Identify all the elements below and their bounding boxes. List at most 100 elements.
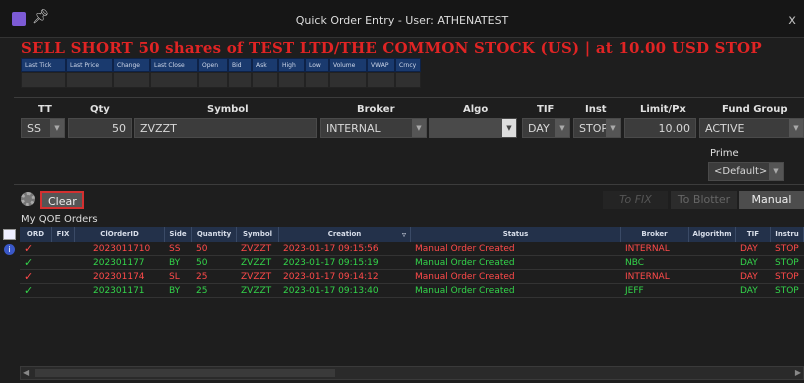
cell-creation: 2023-01-17 09:13:40 <box>283 286 379 296</box>
cell-quantity: 50 <box>196 244 208 254</box>
window-title: Quick Order Entry - User: ATHENATEST <box>295 14 509 27</box>
symbol-input[interactable]: ZVZZT <box>134 118 317 138</box>
chevron-down-icon[interactable]: ▼ <box>412 119 426 137</box>
column-header-ord[interactable]: ORD <box>20 227 52 242</box>
column-header-instru[interactable]: Instru <box>771 227 804 242</box>
table-row[interactable]: ✓ 202301177 BY 50 ZVZZT 2023-01-17 09:15… <box>20 257 804 270</box>
cell-clorderid: 202301171 <box>93 286 145 296</box>
cell-broker: JEFF <box>625 286 644 296</box>
cell-broker: INTERNAL <box>625 244 670 254</box>
select-all-checkbox[interactable] <box>3 229 16 240</box>
market-header: Bid <box>228 58 252 72</box>
cell-tif: DAY <box>740 258 758 268</box>
info-icon[interactable]: i <box>4 244 15 255</box>
cell-tif: DAY <box>740 272 758 282</box>
prime-select[interactable]: <Default> ▼ <box>708 162 784 181</box>
column-header-fix[interactable]: FIX <box>52 227 75 242</box>
clear-button[interactable]: Clear <box>40 191 84 209</box>
cell-status: Manual Order Created <box>415 244 515 254</box>
chevron-down-icon[interactable]: ▼ <box>502 119 516 137</box>
market-value <box>329 72 367 88</box>
column-header-algorithm[interactable]: Algorithm <box>689 227 736 242</box>
broker-value: INTERNAL <box>326 122 381 135</box>
table-row[interactable]: ✓ 2023011710 SS 50 ZVZZT 2023-01-17 09:1… <box>20 243 804 256</box>
cell-quantity: 25 <box>196 272 208 282</box>
to-blotter-button[interactable]: To Blotter <box>671 191 737 209</box>
cell-side: SS <box>169 244 181 254</box>
cell-status: Manual Order Created <box>415 272 515 282</box>
market-header: Change <box>113 58 150 72</box>
scroll-right-icon[interactable]: ▶ <box>795 368 801 377</box>
chevron-down-icon[interactable]: ▼ <box>606 119 620 137</box>
tif-label: TIF <box>537 104 555 115</box>
column-header-symbol[interactable]: Symbol <box>237 227 279 242</box>
market-header: Last Price <box>66 58 113 72</box>
market-data-strip: Last Tick Last Price Change Last Close O… <box>21 58 421 88</box>
cell-status: Manual Order Created <box>415 258 515 268</box>
market-value <box>367 72 395 88</box>
market-header: Ask <box>252 58 278 72</box>
market-header: Volume <box>329 58 367 72</box>
column-header-broker[interactable]: Broker <box>621 227 689 242</box>
manual-button[interactable]: Manual <box>739 191 804 209</box>
cell-symbol: ZVZZT <box>241 286 272 296</box>
ord-check-icon: ✓ <box>24 243 34 255</box>
cell-tif: DAY <box>740 244 758 254</box>
cell-creation: 2023-01-17 09:14:12 <box>283 272 379 282</box>
to-fix-button[interactable]: To FIX <box>603 191 668 209</box>
column-header-clorderid[interactable]: ClOrderID <box>75 227 165 242</box>
cell-creation: 2023-01-17 09:15:56 <box>283 244 379 254</box>
chevron-down-icon[interactable]: ▼ <box>769 163 783 180</box>
market-value <box>150 72 198 88</box>
cell-algorithm <box>689 257 736 270</box>
cell-clorderid: 2023011710 <box>93 244 151 254</box>
qty-input[interactable]: 50 <box>68 118 132 138</box>
cell-side: SL <box>169 272 180 282</box>
cell-broker: NBC <box>625 258 645 268</box>
limitpx-label: Limit/Px <box>640 104 686 115</box>
horizontal-scrollbar[interactable]: ◀ ▶ <box>20 366 804 380</box>
cell-symbol: ZVZZT <box>241 258 272 268</box>
inst-label: Inst <box>585 104 607 115</box>
table-row[interactable]: ✓ 202301174 SL 25 ZVZZT 2023-01-17 09:14… <box>20 271 804 284</box>
broker-select[interactable]: INTERNAL ▼ <box>320 118 427 138</box>
column-header-side[interactable]: Side <box>165 227 192 242</box>
close-icon[interactable]: x <box>788 13 796 28</box>
market-header: High <box>278 58 305 72</box>
tif-select[interactable]: DAY ▼ <box>522 118 570 138</box>
market-header: Last Tick <box>21 58 66 72</box>
market-value <box>252 72 278 88</box>
ord-check-icon: ✓ <box>24 257 34 269</box>
column-header-quantity[interactable]: Quantity <box>192 227 237 242</box>
market-value <box>21 72 66 88</box>
market-header: Last Close <box>150 58 198 72</box>
divider <box>14 97 804 98</box>
chevron-down-icon[interactable]: ▼ <box>50 119 64 137</box>
title-bar: 📌︎ Quick Order Entry - User: ATHENATEST … <box>0 0 804 38</box>
cell-instru: STOP <box>775 258 799 268</box>
cell-clorderid: 202301177 <box>93 258 145 268</box>
orders-title: My QOE Orders <box>21 214 98 225</box>
prime-value: <Default> <box>714 166 768 177</box>
tif-value: DAY <box>528 122 550 135</box>
cell-symbol: ZVZZT <box>241 272 272 282</box>
tt-select[interactable]: SS ▼ <box>21 118 65 138</box>
inst-select[interactable]: STOP ▼ <box>573 118 621 138</box>
chevron-down-icon[interactable]: ▼ <box>789 119 803 137</box>
filter-icon[interactable]: ▿ <box>402 227 406 242</box>
chevron-down-icon[interactable]: ▼ <box>555 119 569 137</box>
scroll-left-icon[interactable]: ◀ <box>23 368 29 377</box>
column-header-creation[interactable]: Creation ▿ <box>279 227 411 242</box>
tt-value: SS <box>27 122 41 135</box>
cell-side: BY <box>169 286 181 296</box>
limitpx-input[interactable]: 10.00 <box>624 118 696 138</box>
scrollbar-thumb[interactable] <box>35 369 335 377</box>
algo-select[interactable]: ▼ <box>429 118 517 138</box>
column-header-status[interactable]: Status <box>411 227 621 242</box>
fund-group-select[interactable]: ACTIVE ▼ <box>699 118 804 138</box>
broker-label: Broker <box>357 104 395 115</box>
column-header-tif[interactable]: TIF <box>736 227 771 242</box>
gear-icon[interactable] <box>21 192 35 206</box>
market-header: Open <box>198 58 228 72</box>
table-row[interactable]: ✓ 202301171 BY 25 ZVZZT 2023-01-17 09:13… <box>20 285 804 298</box>
